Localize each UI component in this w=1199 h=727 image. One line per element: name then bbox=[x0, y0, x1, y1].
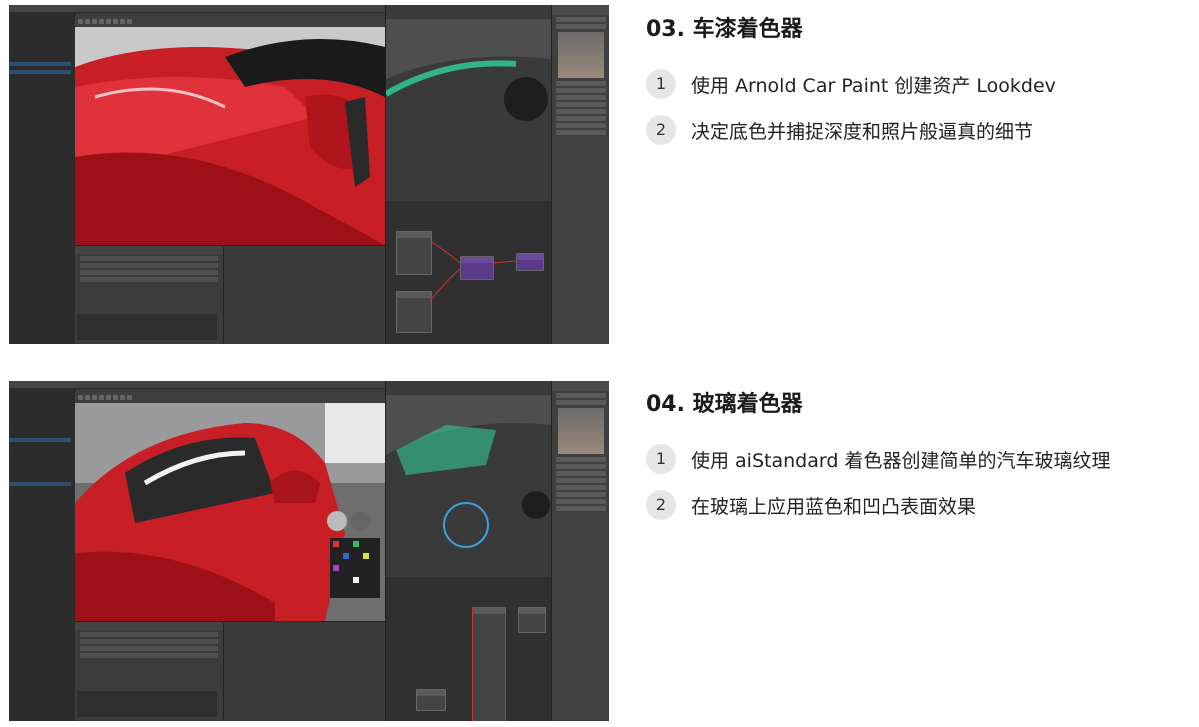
hypershade-panel bbox=[385, 381, 552, 721]
car-glass-render bbox=[75, 403, 385, 621]
list-item: 1 使用 aiStandard 着色器创建简单的汽车玻璃纹理 bbox=[646, 444, 1110, 474]
hypershade-panel bbox=[385, 5, 552, 344]
step-badge: 1 bbox=[646, 444, 676, 474]
step-text: 使用 Arnold Car Paint 创建资产 Lookdev bbox=[691, 74, 1056, 97]
viewport-panel bbox=[75, 15, 385, 245]
maya-screenshot-car-paint bbox=[9, 5, 609, 344]
property-editor-panel bbox=[223, 245, 386, 344]
step-badge: 2 bbox=[646, 115, 676, 145]
list-item: 2 在玻璃上应用蓝色和凹凸表面效果 bbox=[646, 490, 976, 520]
hdri-thumbnail bbox=[558, 408, 604, 454]
section-title-car-paint: 03. 车漆着色器 bbox=[646, 17, 803, 42]
step-text: 决定底色并捕捉深度和照片般逼真的细节 bbox=[691, 120, 1034, 143]
render-setup-panel bbox=[75, 621, 223, 721]
hdri-thumbnail bbox=[558, 32, 604, 78]
car-paint-render bbox=[75, 27, 385, 245]
viewport-panel bbox=[75, 391, 385, 621]
section-title-glass: 04. 玻璃着色器 bbox=[646, 392, 803, 417]
wireframe-viewport bbox=[386, 395, 552, 565]
render-setup-panel bbox=[75, 245, 223, 344]
list-item: 2 决定底色并捕捉深度和照片般逼真的细节 bbox=[646, 115, 1033, 145]
step-badge: 1 bbox=[646, 69, 676, 99]
step-text: 在玻璃上应用蓝色和凹凸表面效果 bbox=[691, 495, 977, 518]
property-editor-panel bbox=[223, 621, 386, 721]
lookdev-kit-panel bbox=[551, 381, 609, 721]
lookdev-kit-panel bbox=[551, 5, 609, 344]
hypershade-node-graph bbox=[386, 201, 552, 344]
outliner-panel bbox=[9, 388, 76, 721]
hypershade-node-graph bbox=[386, 577, 552, 721]
step-badge: 2 bbox=[646, 490, 676, 520]
wireframe-viewport bbox=[386, 19, 552, 189]
maya-screenshot-glass bbox=[9, 381, 609, 721]
step-text: 使用 aiStandard 着色器创建简单的汽车玻璃纹理 bbox=[691, 449, 1111, 472]
list-item: 1 使用 Arnold Car Paint 创建资产 Lookdev bbox=[646, 69, 1056, 99]
outliner-panel bbox=[9, 12, 76, 344]
